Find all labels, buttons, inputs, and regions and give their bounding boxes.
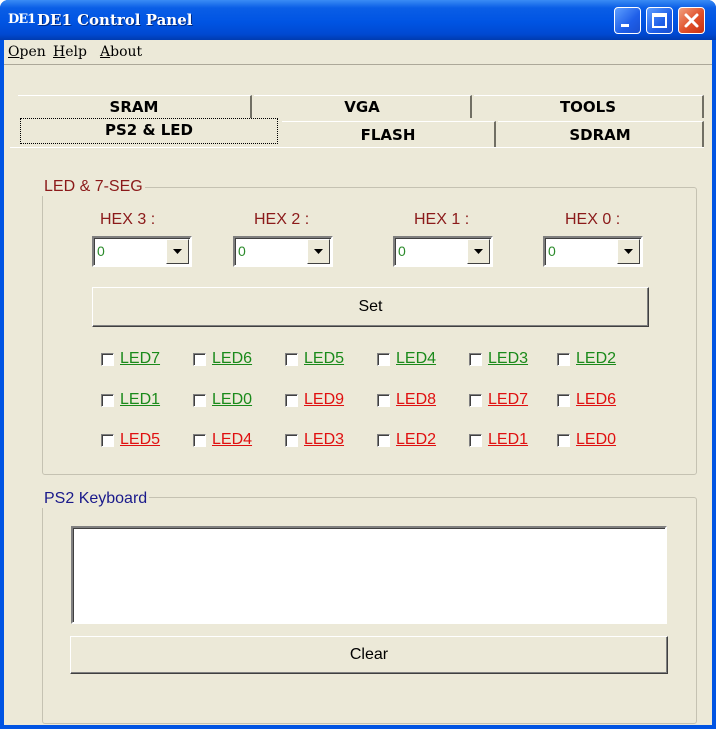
led-checkbox[interactable] xyxy=(101,434,114,447)
hex1-select[interactable]: 0 xyxy=(393,236,493,267)
menu-bar: Open Help About xyxy=(4,40,712,64)
led-label[interactable]: LED5 xyxy=(120,431,160,449)
hex0-value: 0 xyxy=(548,243,556,259)
hex1-dropdown-button[interactable] xyxy=(467,239,490,264)
led-checkbox[interactable] xyxy=(469,394,482,407)
led-checkbox[interactable] xyxy=(469,434,482,447)
led-label[interactable]: LED5 xyxy=(304,350,344,368)
set-button[interactable]: Set xyxy=(92,287,649,327)
menu-divider xyxy=(4,64,712,65)
close-button[interactable] xyxy=(678,7,705,34)
menu-help[interactable]: Help xyxy=(53,42,87,62)
led-label[interactable]: LED2 xyxy=(576,350,616,368)
led-checkbox[interactable] xyxy=(285,394,298,407)
led-checkbox[interactable] xyxy=(285,434,298,447)
hex0-dropdown-button[interactable] xyxy=(617,239,640,264)
hex2-dropdown-button[interactable] xyxy=(307,239,330,264)
menu-help-mnemonic: H xyxy=(53,44,66,60)
led-label[interactable]: LED9 xyxy=(304,391,344,409)
led-checkbox[interactable] xyxy=(193,353,206,366)
led-checkbox[interactable] xyxy=(285,353,298,366)
led-7seg-group-title: LED & 7-SEG xyxy=(42,178,145,196)
led-label[interactable]: LED0 xyxy=(576,431,616,449)
hex3-dropdown-button[interactable] xyxy=(166,239,189,264)
led-label[interactable]: LED4 xyxy=(212,431,252,449)
led-label[interactable]: LED3 xyxy=(304,431,344,449)
led-label[interactable]: LED1 xyxy=(488,431,528,449)
led-checkbox[interactable] xyxy=(193,394,206,407)
tab-vga[interactable]: VGA xyxy=(254,95,472,118)
ps2-keyboard-group-title: PS2 Keyboard xyxy=(42,490,150,508)
tab-tools[interactable]: TOOLS xyxy=(474,95,704,118)
led-checkbox[interactable] xyxy=(377,353,390,366)
app-icon: DE1 xyxy=(8,12,36,27)
chevron-down-icon xyxy=(474,249,483,254)
window-title: DE1 Control Panel xyxy=(37,11,193,29)
led-checkbox[interactable] xyxy=(377,434,390,447)
hex3-value: 0 xyxy=(97,243,105,259)
tab-flash[interactable]: FLASH xyxy=(282,121,496,147)
window-frame-bottom xyxy=(0,725,716,729)
led-label[interactable]: LED7 xyxy=(488,391,528,409)
led-label[interactable]: LED2 xyxy=(396,431,436,449)
maximize-icon xyxy=(652,13,667,28)
title-bar[interactable]: DE1 DE1 Control Panel xyxy=(0,0,716,40)
led-label[interactable]: LED0 xyxy=(212,391,252,409)
led-checkbox[interactable] xyxy=(193,434,206,447)
tab-sdram[interactable]: SDRAM xyxy=(498,121,704,147)
led-checkbox[interactable] xyxy=(557,353,570,366)
menu-help-label: elp xyxy=(65,44,87,60)
led-label[interactable]: LED7 xyxy=(120,350,160,368)
tab-panel-edge xyxy=(10,147,704,148)
hex3-select[interactable]: 0 xyxy=(92,236,192,267)
hex2-value: 0 xyxy=(238,243,246,259)
chevron-down-icon xyxy=(314,249,323,254)
chevron-down-icon xyxy=(624,249,633,254)
tab-ps2-led[interactable]: PS2 & LED xyxy=(20,118,278,144)
menu-open-label: pen xyxy=(19,44,46,60)
led-label[interactable]: LED3 xyxy=(488,350,528,368)
hex3-label: HEX 3 : xyxy=(100,211,156,228)
led-checkbox[interactable] xyxy=(557,394,570,407)
ps2-keyboard-output[interactable] xyxy=(71,526,667,624)
menu-open-mnemonic: O xyxy=(8,44,20,60)
hex0-select[interactable]: 0 xyxy=(543,236,643,267)
minimize-icon xyxy=(621,24,629,27)
tab-sram[interactable]: SRAM xyxy=(18,95,252,118)
hex2-label: HEX 2 : xyxy=(254,211,310,228)
menu-about-label: bout xyxy=(110,44,143,60)
clear-button[interactable]: Clear xyxy=(70,636,668,674)
led-checkbox[interactable] xyxy=(377,394,390,407)
maximize-button[interactable] xyxy=(646,7,673,34)
minimize-button[interactable] xyxy=(614,7,641,34)
client-area: Open Help About SRAM VGA TOOLS PS2 & LED… xyxy=(4,40,712,729)
menu-about-mnemonic: A xyxy=(100,44,111,60)
led-checkbox[interactable] xyxy=(557,434,570,447)
close-icon xyxy=(684,13,699,28)
hex1-value: 0 xyxy=(398,243,406,259)
led-checkbox[interactable] xyxy=(469,353,482,366)
hex2-select[interactable]: 0 xyxy=(233,236,333,267)
menu-about[interactable]: About xyxy=(100,42,142,62)
hex1-label: HEX 1 : xyxy=(414,211,470,228)
chevron-down-icon xyxy=(173,249,182,254)
led-label[interactable]: LED6 xyxy=(212,350,252,368)
led-label[interactable]: LED8 xyxy=(396,391,436,409)
led-label[interactable]: LED4 xyxy=(396,350,436,368)
menu-open[interactable]: Open xyxy=(8,42,46,62)
led-checkbox[interactable] xyxy=(101,394,114,407)
hex0-label: HEX 0 : xyxy=(565,211,621,228)
led-checkbox[interactable] xyxy=(101,353,114,366)
led-label[interactable]: LED6 xyxy=(576,391,616,409)
app-window: DE1 DE1 Control Panel Open Help About SR… xyxy=(0,0,716,729)
led-label[interactable]: LED1 xyxy=(120,391,160,409)
